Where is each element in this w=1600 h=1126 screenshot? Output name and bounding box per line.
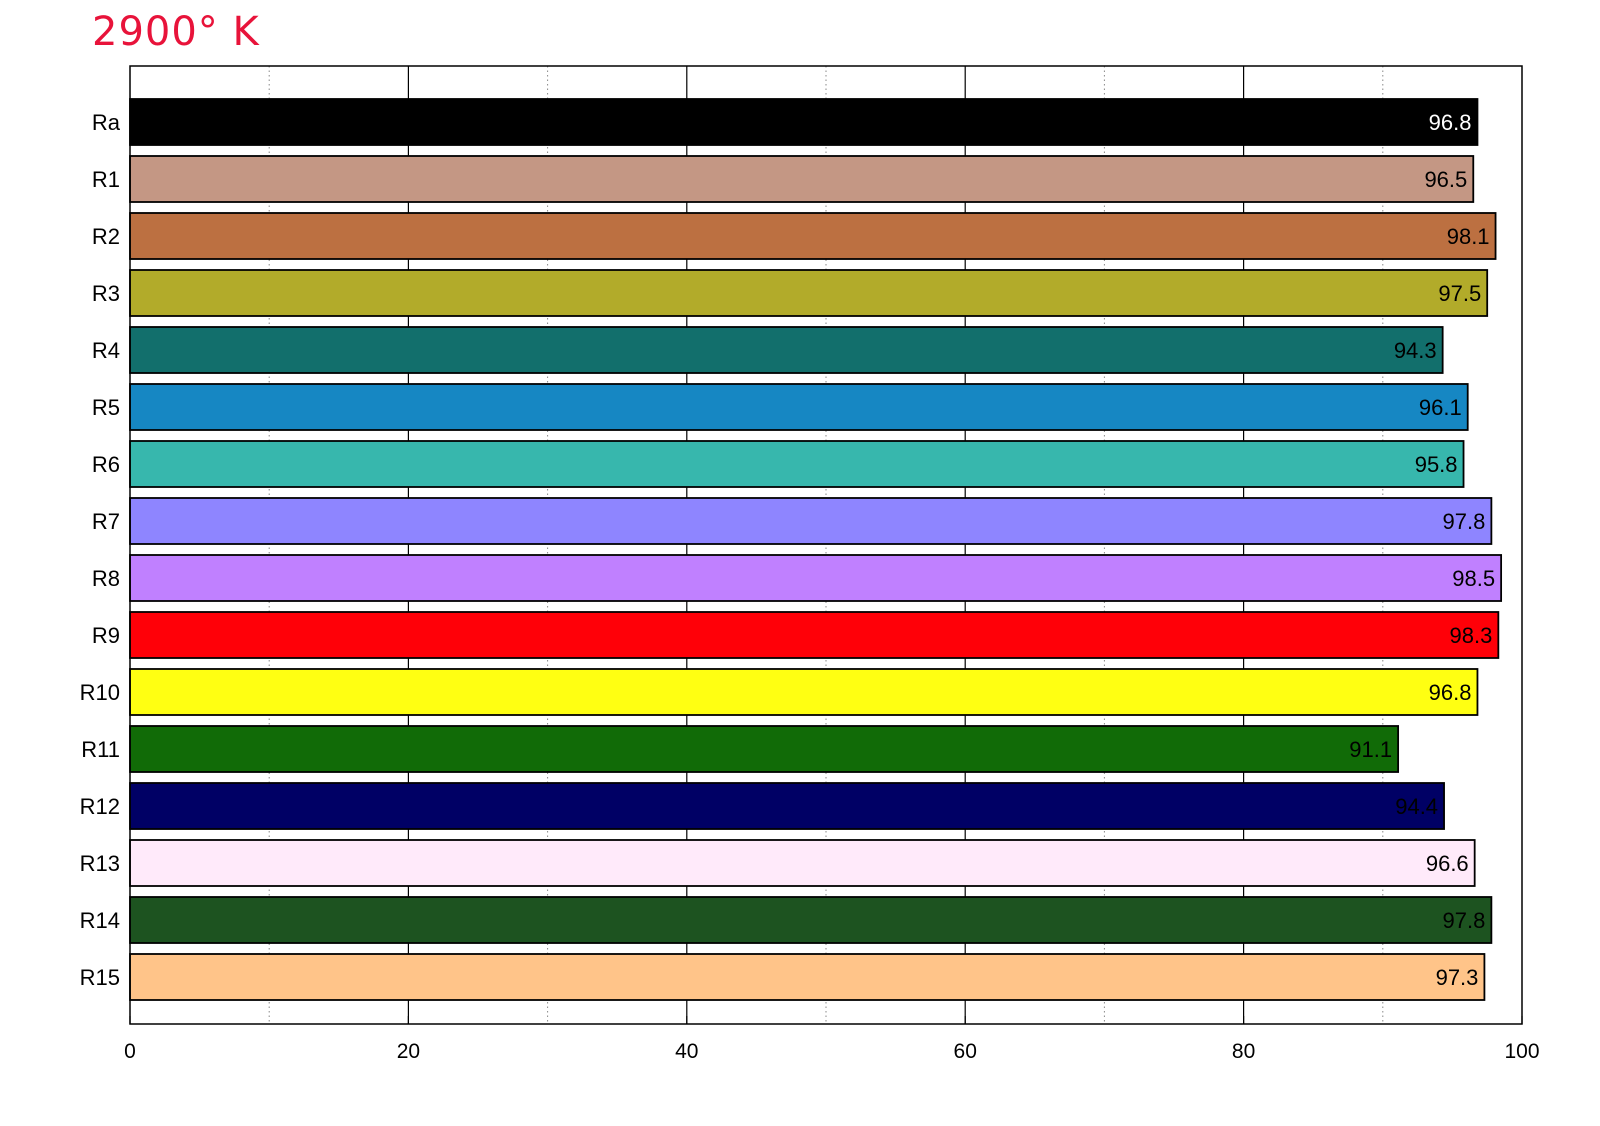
data-label: 98.3 [1450, 623, 1493, 648]
bar-r7 [129, 497, 1493, 545]
bar-chart: 0 20 40 60 80 100 Ra 96.8 R1 96.5 R2 98.1 R3 97.5 R4 9… [80, 65, 1540, 1063]
category-label: R1 [92, 167, 120, 192]
category-label: R15 [80, 965, 120, 990]
x-tick-label: 20 [397, 1040, 420, 1063]
category-label: R6 [92, 452, 120, 477]
x-tick-label: 60 [954, 1040, 977, 1063]
bar-r10 [129, 668, 1479, 716]
category-label: R7 [92, 509, 120, 534]
category-label: R4 [92, 338, 120, 363]
category-label: R14 [80, 908, 120, 933]
bar-r6 [129, 440, 1465, 488]
data-label: 98.1 [1447, 224, 1490, 249]
bar-r12 [129, 782, 1445, 830]
bar-r4 [129, 326, 1444, 374]
data-label: 94.3 [1394, 338, 1437, 363]
data-label: 94.4 [1395, 794, 1438, 819]
data-label: 96.8 [1429, 110, 1472, 135]
data-label: 96.1 [1419, 395, 1462, 420]
data-label: 96.5 [1424, 167, 1467, 192]
bars-layer [129, 98, 1503, 1001]
x-tick-label: 0 [124, 1040, 136, 1063]
x-tick-label: 80 [1232, 1040, 1255, 1063]
data-label: 96.8 [1429, 680, 1472, 705]
bar-r8 [129, 554, 1503, 602]
bar-r2 [129, 212, 1497, 260]
bar-r1 [129, 155, 1475, 203]
bar-r5 [129, 383, 1469, 431]
data-label: 98.5 [1452, 566, 1495, 591]
category-label: R13 [80, 851, 120, 876]
data-label: 91.1 [1349, 737, 1392, 762]
bar-r3 [129, 269, 1489, 317]
bar-r11 [129, 725, 1400, 773]
data-label: 96.6 [1426, 851, 1469, 876]
category-label: R8 [92, 566, 120, 591]
category-label: Ra [92, 110, 121, 135]
x-tick-label: 100 [1504, 1040, 1539, 1063]
data-label: 97.3 [1436, 965, 1479, 990]
bar-r9 [129, 611, 1500, 659]
category-label: R2 [92, 224, 120, 249]
data-label: 95.8 [1415, 452, 1458, 477]
bar-r13 [129, 839, 1476, 887]
x-tick-label: 40 [675, 1040, 698, 1063]
bar-ra [129, 98, 1479, 146]
category-label: R3 [92, 281, 120, 306]
data-label: 97.8 [1443, 908, 1486, 933]
category-label: R11 [81, 737, 120, 762]
category-label: R10 [80, 680, 120, 705]
category-label: R5 [92, 395, 120, 420]
category-label: R9 [92, 623, 120, 648]
bar-r14 [129, 896, 1493, 944]
category-label: R12 [80, 794, 120, 819]
data-label: 97.8 [1443, 509, 1486, 534]
data-label: 97.5 [1438, 281, 1481, 306]
bar-r15 [129, 953, 1486, 1001]
ticks-layer: 0 20 40 60 80 100 [124, 1016, 1540, 1063]
